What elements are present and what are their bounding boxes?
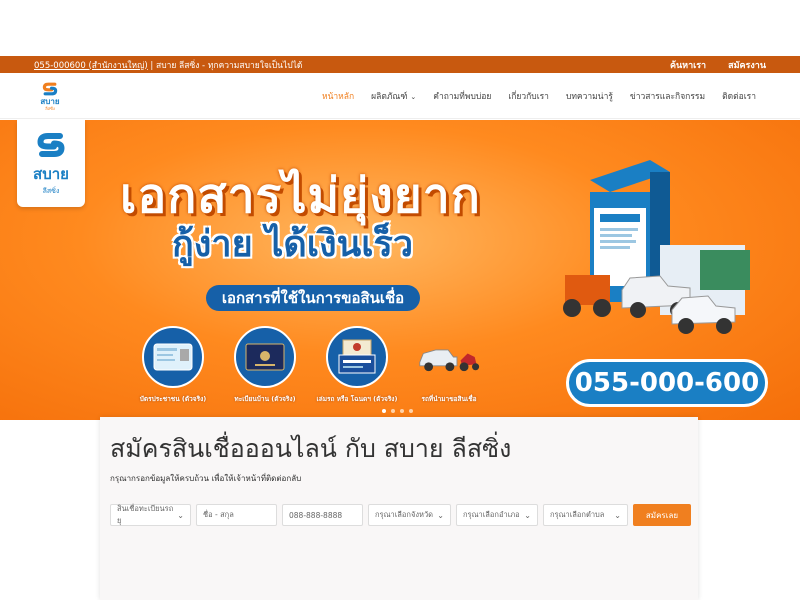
doc-caption: เล่มรถ หรือ โฉนดฯ (ตัวจริง): [316, 395, 398, 403]
menu-item-home[interactable]: หน้าหลัก: [322, 89, 354, 103]
district-select[interactable]: กรุณาเลือกอำเภอ ⌄: [456, 504, 538, 526]
district-value: กรุณาเลือกอำเภอ: [463, 510, 520, 519]
menu-item-contact[interactable]: ติดต่อเรา: [722, 89, 756, 103]
province-value: กรุณาเลือกจังหวัด: [375, 510, 434, 519]
required-docs-title: เอกสารที่ใช้ในการขอสินเชื่อ: [206, 285, 420, 311]
doc-caption: รถที่นำมาขอสินเชื่อ: [421, 395, 477, 403]
doc-item-vehicle-book: เล่มรถ หรือ โฉนดฯ (ตัวจริง): [317, 326, 397, 404]
loan-type-select[interactable]: สินเชื่อทะเบียนรถยุ ⌄: [110, 504, 191, 526]
form-subtitle: กรุณากรอกข้อมูลให้ครบถ้วน เพื่อให้เจ้าหน…: [110, 474, 302, 483]
doc-item-id-card: บัตรประชาชน (ตัวจริง): [140, 326, 206, 404]
subdistrict-select[interactable]: กรุณาเลือกตำบล ⌄: [543, 504, 628, 526]
chevron-down-icon: ⌄: [614, 510, 621, 520]
site-logo[interactable]: สบาย ลีสซิ่ง: [40, 81, 60, 111]
carousel-dot[interactable]: [409, 409, 413, 413]
form-title: สมัครสินเชื่อออนไลน์ กับ สบาย ลีสซิ่ง: [110, 434, 512, 463]
tagline: | สบาย ลีสซิ่ง - ทุกความสบายใจเป็นไปได้: [147, 60, 303, 71]
logo-subtext: ลีสซิ่ง: [45, 105, 55, 111]
chevron-down-icon: ⌄: [177, 510, 184, 520]
loan-type-value: สินเชื่อทะเบียนรถยุ: [117, 504, 174, 525]
form-fields: สินเชื่อทะเบียนรถยุ ⌄ ชื่อ - สกุล 088-888…: [110, 504, 691, 526]
required-docs-list: บัตรประชาชน (ตัวจริง) ทะเบียนบ้าน (ตัวจร…: [140, 326, 482, 404]
house-registration-icon: [234, 326, 296, 388]
doc-caption: ทะเบียนบ้าน (ตัวจริง): [234, 395, 296, 403]
menu-item-news[interactable]: ข่าวสารและกิจกรรม: [630, 89, 705, 103]
phone-placeholder: 088-888-8888: [289, 510, 343, 520]
hero-headline-secondary: กู้ง่าย ได้เงินเร็ว: [172, 224, 414, 265]
chevron-down-icon: ⌄: [437, 510, 444, 520]
name-placeholder: ชื่อ - สกุล: [203, 510, 234, 519]
hero-logo: สบาย ลีสซิ่ง: [17, 120, 85, 207]
menu-item-products[interactable]: ผลิตภัณฑ์ ⌄: [371, 89, 416, 103]
menu-item-faq[interactable]: คำถามที่พบบ่อย: [433, 89, 491, 103]
hero-phone-number[interactable]: 055-000-600: [566, 359, 768, 407]
subdistrict-value: กรุณาเลือกตำบล: [550, 510, 605, 519]
vehicle-book-icon: [326, 326, 388, 388]
hero-banner[interactable]: สบาย ลีสซิ่ง เอกสารไม่ยุ่งยาก กู้ง่าย ได…: [0, 120, 800, 420]
loan-application-form: สมัครสินเชื่อออนไลน์ กับ สบาย ลีสซิ่ง กร…: [100, 417, 698, 600]
doc-item-house-registration: ทะเบียนบ้าน (ตัวจริง): [232, 326, 298, 404]
careers-link[interactable]: สมัครงาน: [728, 58, 766, 72]
main-menu: หน้าหลัก ผลิตภัณฑ์ ⌄ คำถามที่พบบ่อย เกี่ย…: [322, 89, 756, 103]
contact-info: 055-000600 (สำนักงานใหญ่) | สบาย ลีสซิ่ง…: [34, 58, 302, 72]
chevron-down-icon: ⌄: [410, 92, 417, 101]
province-select[interactable]: กรุณาเลือกจังหวัด ⌄: [368, 504, 451, 526]
doc-caption: บัตรประชาชน (ตัวจริง): [139, 395, 207, 403]
vehicle-icon: [418, 326, 480, 388]
chevron-down-icon: ⌄: [524, 510, 531, 520]
menu-item-about[interactable]: เกี่ยวกับเรา: [508, 89, 549, 103]
logo-s-icon: [42, 82, 58, 95]
menu-item-products-label: ผลิตภัณฑ์: [371, 91, 408, 102]
hero-logo-text: สบาย: [33, 165, 69, 183]
id-card-icon: [142, 326, 204, 388]
menu-item-articles[interactable]: บทความน่ารู้: [566, 89, 613, 103]
hero-logo-subtext: ลีสซิ่ง: [42, 187, 60, 195]
hotline-link[interactable]: 055-000600 (สำนักงานใหญ่): [34, 61, 148, 71]
name-input[interactable]: ชื่อ - สกุล: [196, 504, 277, 526]
apply-button[interactable]: สมัครเลย: [633, 504, 691, 526]
product-box-illustration: [563, 160, 750, 334]
carousel-dots: [382, 409, 413, 413]
carousel-dot[interactable]: [382, 409, 386, 413]
find-us-link[interactable]: ค้นหาเรา: [670, 58, 706, 72]
top-info-bar: 055-000600 (สำนักงานใหญ่) | สบาย ลีสซิ่ง…: [0, 56, 800, 73]
main-navbar: สบาย ลีสซิ่ง หน้าหลัก ผลิตภัณฑ์ ⌄ คำถามที…: [0, 73, 800, 119]
logo-text: สบาย: [40, 96, 60, 106]
phone-input[interactable]: 088-888-8888: [282, 504, 363, 526]
doc-item-vehicle: รถที่นำมาขอสินเชื่อ: [416, 326, 482, 404]
logo-s-icon: [37, 133, 65, 157]
carousel-dot[interactable]: [391, 409, 395, 413]
top-links: ค้นหาเรา สมัครงาน: [670, 58, 766, 72]
carousel-dot[interactable]: [400, 409, 404, 413]
